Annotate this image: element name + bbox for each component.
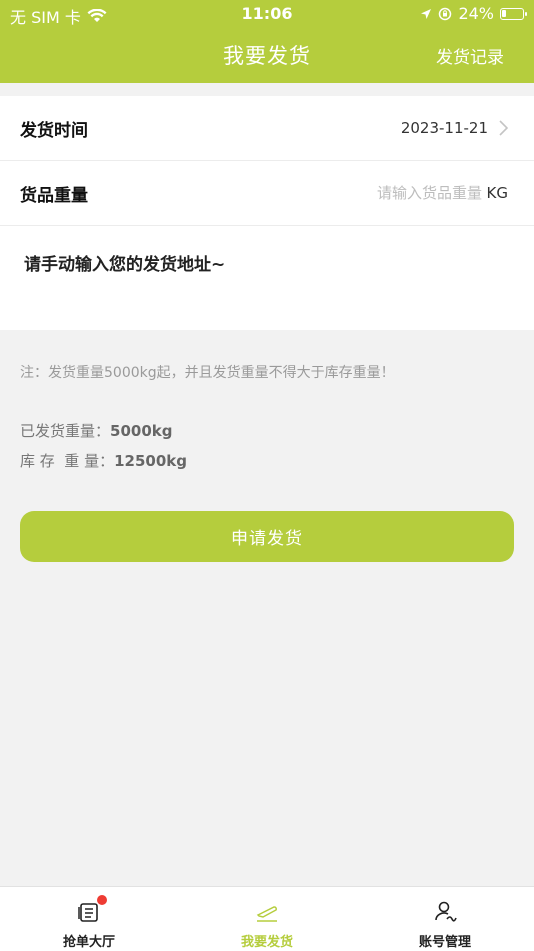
tab-order-hall[interactable]: 抢单大厅 (0, 887, 178, 951)
tab-ship[interactable]: 我要发货 (178, 887, 356, 951)
shipped-weight-label: 已发货重量： (20, 422, 111, 440)
tab-ship-label: 我要发货 (240, 935, 293, 950)
battery-icon (500, 7, 527, 20)
stock-weight-value: 12500kg (114, 452, 187, 470)
date-row[interactable]: 发货时间 2023-11-21 (0, 96, 534, 161)
tab-order-hall-label: 抢单大厅 (62, 935, 115, 950)
tab-account[interactable]: 账号管理 (356, 887, 534, 951)
weight-input[interactable] (330, 183, 484, 203)
date-label: 发货时间 (20, 120, 88, 141)
weight-row: 货品重量 KG (0, 161, 534, 226)
tab-account-label: 账号管理 (418, 935, 471, 950)
stock-weight-label: 库 存 重 量： (20, 452, 115, 470)
shipped-weight: 已发货重量：5000kg (20, 420, 172, 441)
notification-badge (97, 895, 107, 905)
shipping-records-link[interactable]: 发货记录 (436, 43, 504, 68)
date-value[interactable]: 2023-11-21 (401, 119, 488, 137)
shipped-weight-value: 5000kg (110, 422, 173, 440)
status-bar: 无 SIM 卡 11:06 24% (0, 0, 534, 28)
battery-level (502, 9, 506, 17)
header: 无 SIM 卡 11:06 24% 我要发货 发货记录 (0, 0, 534, 83)
rotation-lock-icon (439, 7, 452, 20)
user-icon (432, 899, 458, 925)
battery-percent: 24% (458, 4, 494, 23)
weight-label: 货品重量 (20, 185, 88, 206)
stock-weight: 库 存 重 量：12500kg (20, 450, 187, 471)
location-icon (421, 8, 432, 19)
address-placeholder: 请手动输入您的发货地址~ (24, 255, 226, 275)
tab-bar: 抢单大厅 我要发货 账号管理 (0, 886, 534, 951)
shipping-form: 发货时间 2023-11-21 货品重量 KG 请手动输入您的发货地址~ (0, 96, 534, 330)
chevron-right-icon (499, 120, 508, 136)
shipping-note: 注：发货重量5000kg起，并且发货重量不得大于库存重量！ (20, 365, 395, 381)
list-icon (76, 895, 107, 925)
weight-unit: KG (486, 184, 508, 202)
address-field[interactable]: 请手动输入您的发货地址~ (0, 226, 534, 330)
plane-icon (254, 899, 280, 925)
apply-shipping-button[interactable]: 申请发货 (20, 511, 514, 562)
